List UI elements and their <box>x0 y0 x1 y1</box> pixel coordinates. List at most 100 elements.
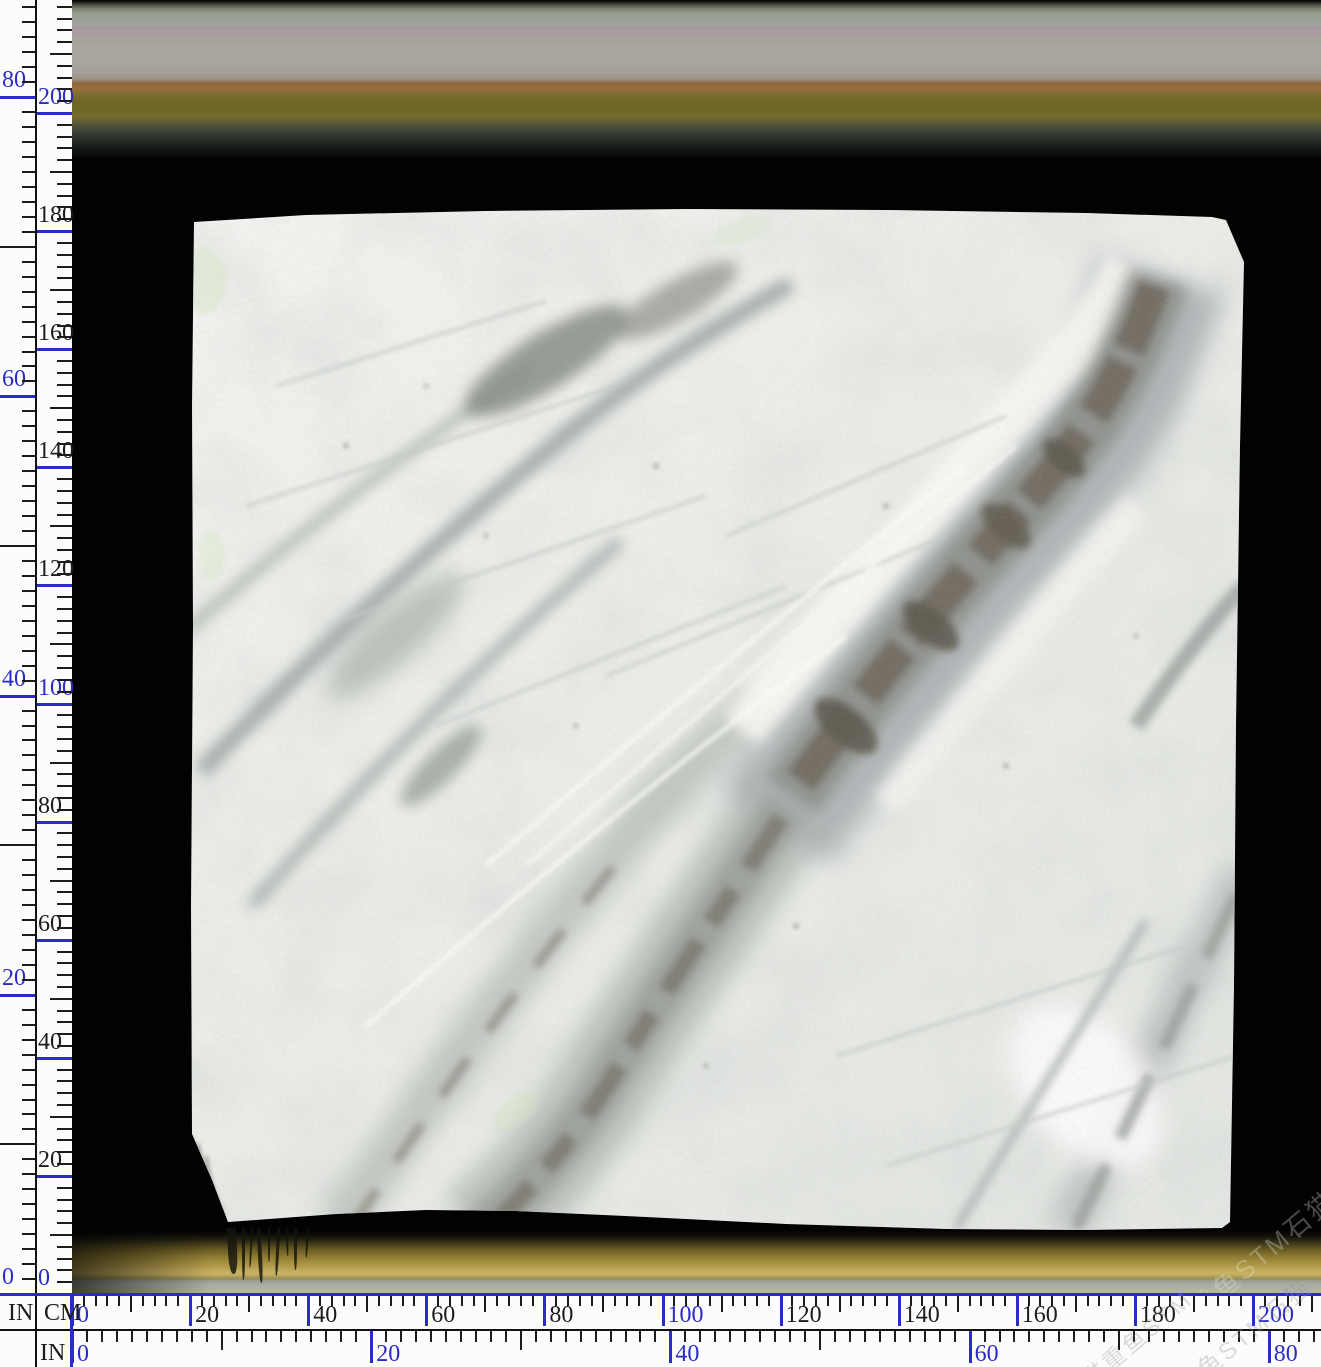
tick <box>280 1331 282 1342</box>
mid-tick <box>130 1295 132 1312</box>
tick <box>343 1295 345 1306</box>
tick <box>57 573 72 575</box>
tick <box>57 29 72 31</box>
mid-tick <box>50 998 72 1000</box>
tick <box>385 1331 387 1342</box>
tick <box>22 725 35 727</box>
tick <box>449 1295 451 1306</box>
tick <box>22 769 35 771</box>
tick <box>57 974 72 976</box>
tick <box>1208 1331 1210 1342</box>
major-tick <box>36 466 72 469</box>
tick <box>57 77 72 79</box>
tick <box>864 1331 866 1342</box>
tick <box>413 1295 415 1306</box>
tick <box>22 665 35 667</box>
tick <box>57 395 72 397</box>
tick <box>505 1331 507 1342</box>
tick <box>325 1331 327 1342</box>
tick <box>57 218 72 220</box>
major-tick <box>36 230 72 233</box>
tick <box>744 1331 746 1342</box>
tick <box>1223 1331 1225 1342</box>
tick <box>22 321 35 323</box>
tick <box>614 1295 616 1306</box>
tick <box>992 1295 994 1306</box>
tick <box>22 365 35 367</box>
tick <box>236 1331 238 1342</box>
tick <box>475 1331 477 1342</box>
tick <box>22 1248 35 1250</box>
tick <box>57 1033 72 1035</box>
tick <box>57 443 72 445</box>
major-tick <box>425 1295 428 1326</box>
tick <box>57 667 72 669</box>
tick <box>57 1187 72 1189</box>
tick <box>57 124 72 126</box>
tick <box>57 1092 72 1094</box>
tick <box>146 1331 148 1342</box>
tick <box>22 784 35 786</box>
tick <box>57 1281 72 1283</box>
ruler-number: 20 <box>2 966 26 990</box>
tick <box>57 419 72 421</box>
major-tick <box>1134 1295 1137 1326</box>
tick <box>610 1331 612 1342</box>
ruler-number: 80 <box>549 1303 573 1327</box>
tick <box>272 1295 274 1306</box>
tick <box>57 797 72 799</box>
major-tick <box>36 112 72 115</box>
tick <box>1253 1331 1255 1342</box>
tick <box>969 1295 971 1306</box>
tick <box>106 1295 108 1306</box>
tick <box>1205 1295 1207 1306</box>
major-tick <box>36 703 72 706</box>
tick <box>22 1188 35 1190</box>
tick <box>1039 1295 1041 1306</box>
tick <box>57 620 72 622</box>
tick <box>673 1295 675 1306</box>
tick <box>791 1295 793 1306</box>
tick <box>22 1069 35 1071</box>
major-tick <box>669 1331 672 1363</box>
ruler-number: 180 <box>1140 1303 1176 1327</box>
tick <box>22 336 35 338</box>
tick <box>1238 1331 1240 1342</box>
fringe-streak <box>249 1228 253 1268</box>
mid-tick <box>520 1331 522 1350</box>
tick <box>22 964 35 966</box>
tick <box>759 1331 761 1342</box>
tick <box>57 514 72 516</box>
tick <box>131 1331 133 1342</box>
tick <box>57 856 72 858</box>
tick <box>57 1269 72 1271</box>
tick <box>22 1233 35 1235</box>
tick <box>774 1331 776 1342</box>
tick <box>177 1295 179 1306</box>
tick <box>295 1295 297 1306</box>
tick <box>744 1295 746 1306</box>
major-tick <box>36 821 72 824</box>
tick <box>57 360 72 362</box>
tick <box>22 1173 35 1175</box>
tick <box>57 431 72 433</box>
tick <box>57 18 72 20</box>
tick <box>310 1331 312 1342</box>
tick <box>1058 1331 1060 1342</box>
tick <box>295 1331 297 1342</box>
tick <box>22 81 35 83</box>
mid-tick <box>0 545 35 547</box>
mid-tick <box>50 53 72 55</box>
ruler-number: 60 <box>431 1303 455 1327</box>
zero-line-horizontal <box>0 1293 1321 1296</box>
tick <box>1313 1331 1315 1342</box>
tick <box>57 254 72 256</box>
tick <box>57 1104 72 1106</box>
tick <box>789 1331 791 1342</box>
fringe-streak <box>294 1228 297 1270</box>
tick <box>57 608 72 610</box>
tick <box>22 919 35 921</box>
ruler-number: 80 <box>1274 1342 1298 1366</box>
tick <box>22 650 35 652</box>
tick <box>57 891 72 893</box>
